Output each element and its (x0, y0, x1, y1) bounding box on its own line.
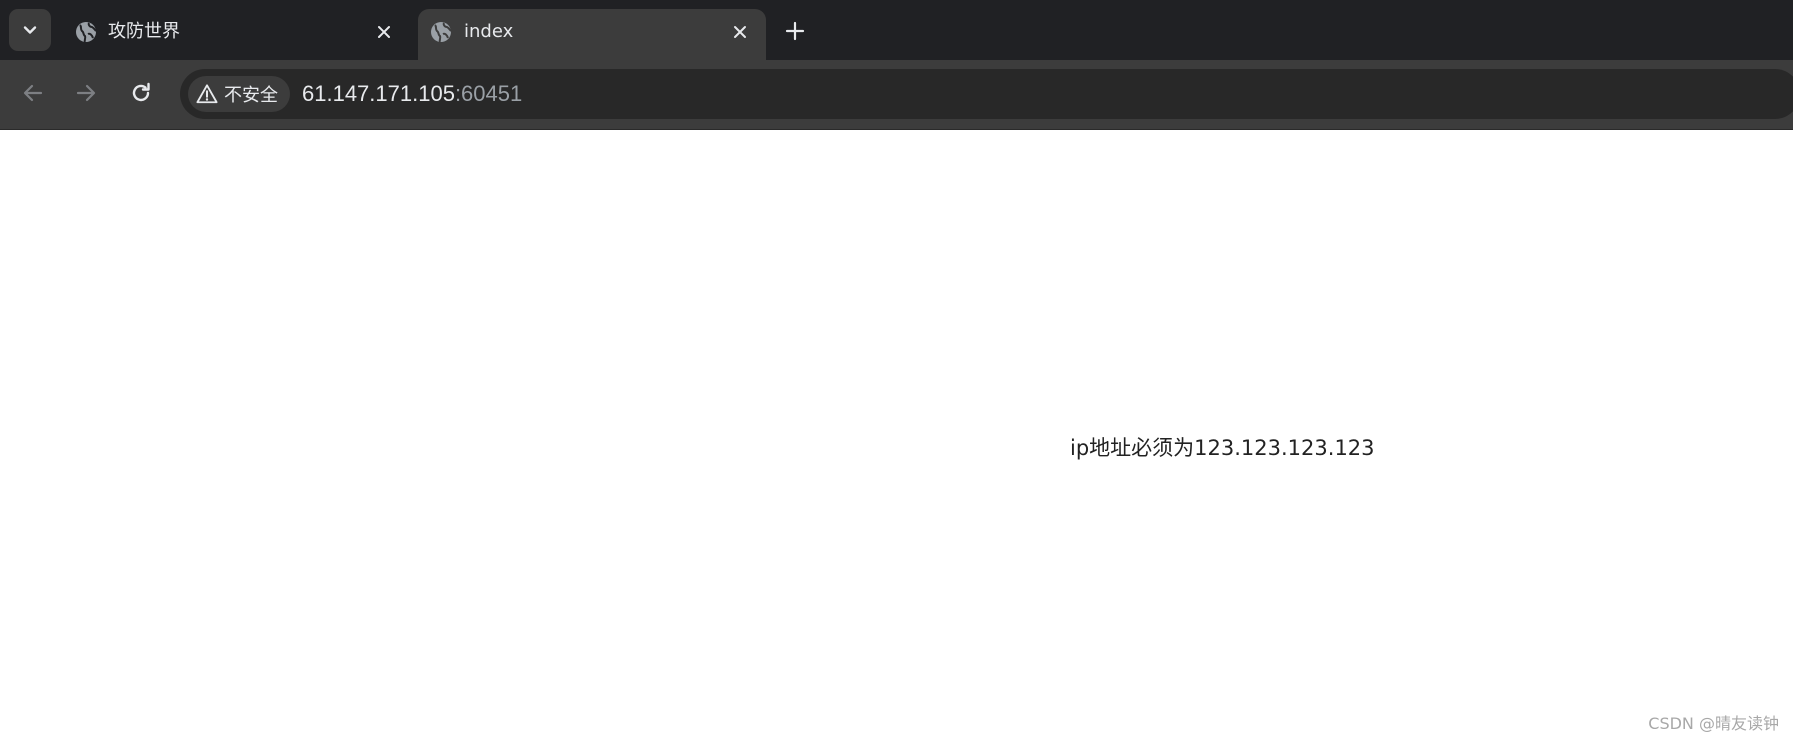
tab-search-button[interactable] (9, 9, 51, 51)
tab-strip: 攻防世界 index (0, 0, 1793, 60)
back-button[interactable] (15, 75, 51, 111)
url-text[interactable]: 61.147.171.105:60451 (302, 81, 522, 107)
globe-icon (76, 22, 97, 43)
security-label: 不安全 (224, 85, 278, 106)
chevron-down-icon (23, 26, 37, 34)
watermark: CSDN @晴友读钟 (1648, 714, 1779, 733)
browser-toolbar: 不安全 61.147.171.105:60451 (0, 60, 1793, 130)
plus-icon (785, 21, 805, 41)
page-content: ip地址必须为123.123.123.123 CSDN @晴友读钟 (0, 131, 1793, 748)
globe-icon (431, 22, 452, 43)
reload-icon (132, 82, 150, 102)
tab-close-button[interactable] (727, 19, 753, 45)
new-tab-button[interactable] (780, 16, 810, 46)
forward-button[interactable] (68, 75, 104, 111)
page-message: ip地址必须为123.123.123.123 (1070, 436, 1375, 460)
address-bar[interactable]: 不安全 61.147.171.105:60451 (180, 69, 1793, 119)
tab-close-button[interactable] (371, 19, 397, 45)
tab-title: index (464, 21, 514, 42)
tab-title: 攻防世界 (108, 21, 180, 42)
url-port: :60451 (454, 81, 523, 106)
reload-button[interactable] (123, 75, 159, 111)
arrow-right-icon (76, 84, 96, 102)
arrow-left-icon (23, 84, 43, 102)
close-icon (378, 26, 390, 38)
close-icon (734, 26, 746, 38)
security-indicator[interactable]: 不安全 (188, 76, 290, 112)
tab-gongfang-shijie[interactable]: 攻防世界 (60, 9, 410, 60)
url-host: 61.147.171.105 (302, 81, 455, 106)
warning-icon (196, 84, 218, 104)
tab-index[interactable]: index (418, 9, 766, 60)
